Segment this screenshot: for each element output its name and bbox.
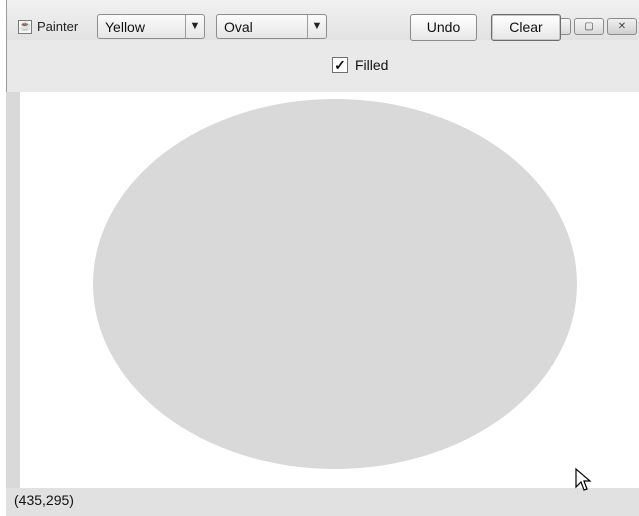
drawing-canvas[interactable] bbox=[20, 92, 639, 488]
shape-select-value: Oval bbox=[224, 19, 253, 35]
filled-checkbox[interactable]: ✓ bbox=[332, 57, 348, 73]
chevron-down-icon[interactable]: ▼ bbox=[185, 15, 204, 38]
close-icon: ✕ bbox=[617, 21, 627, 32]
clear-button[interactable]: Clear bbox=[491, 14, 561, 41]
color-select[interactable]: Yellow ▼ bbox=[97, 14, 205, 39]
maximize-button[interactable]: ▢ bbox=[574, 18, 604, 35]
mouse-pointer-icon bbox=[574, 467, 592, 498]
left-gutter bbox=[6, 92, 20, 488]
toolbar bbox=[7, 40, 639, 92]
shape-select[interactable]: Oval ▼ bbox=[216, 14, 327, 39]
java-cup-icon: ☕ bbox=[18, 20, 32, 34]
coordinates-readout: (435,295) bbox=[14, 492, 74, 508]
close-button[interactable]: ✕ bbox=[607, 18, 637, 35]
canvas-svg bbox=[93, 99, 577, 469]
chevron-down-icon[interactable]: ▼ bbox=[307, 15, 326, 38]
filled-oval-shape bbox=[93, 99, 577, 469]
undo-button[interactable]: Undo bbox=[410, 14, 477, 41]
color-select-value: Yellow bbox=[105, 19, 145, 35]
maximize-icon: ▢ bbox=[584, 21, 594, 32]
filled-checkbox-label[interactable]: Filled bbox=[355, 57, 388, 73]
window-title: Painter bbox=[37, 19, 79, 34]
status-bar: (435,295) bbox=[6, 488, 639, 516]
